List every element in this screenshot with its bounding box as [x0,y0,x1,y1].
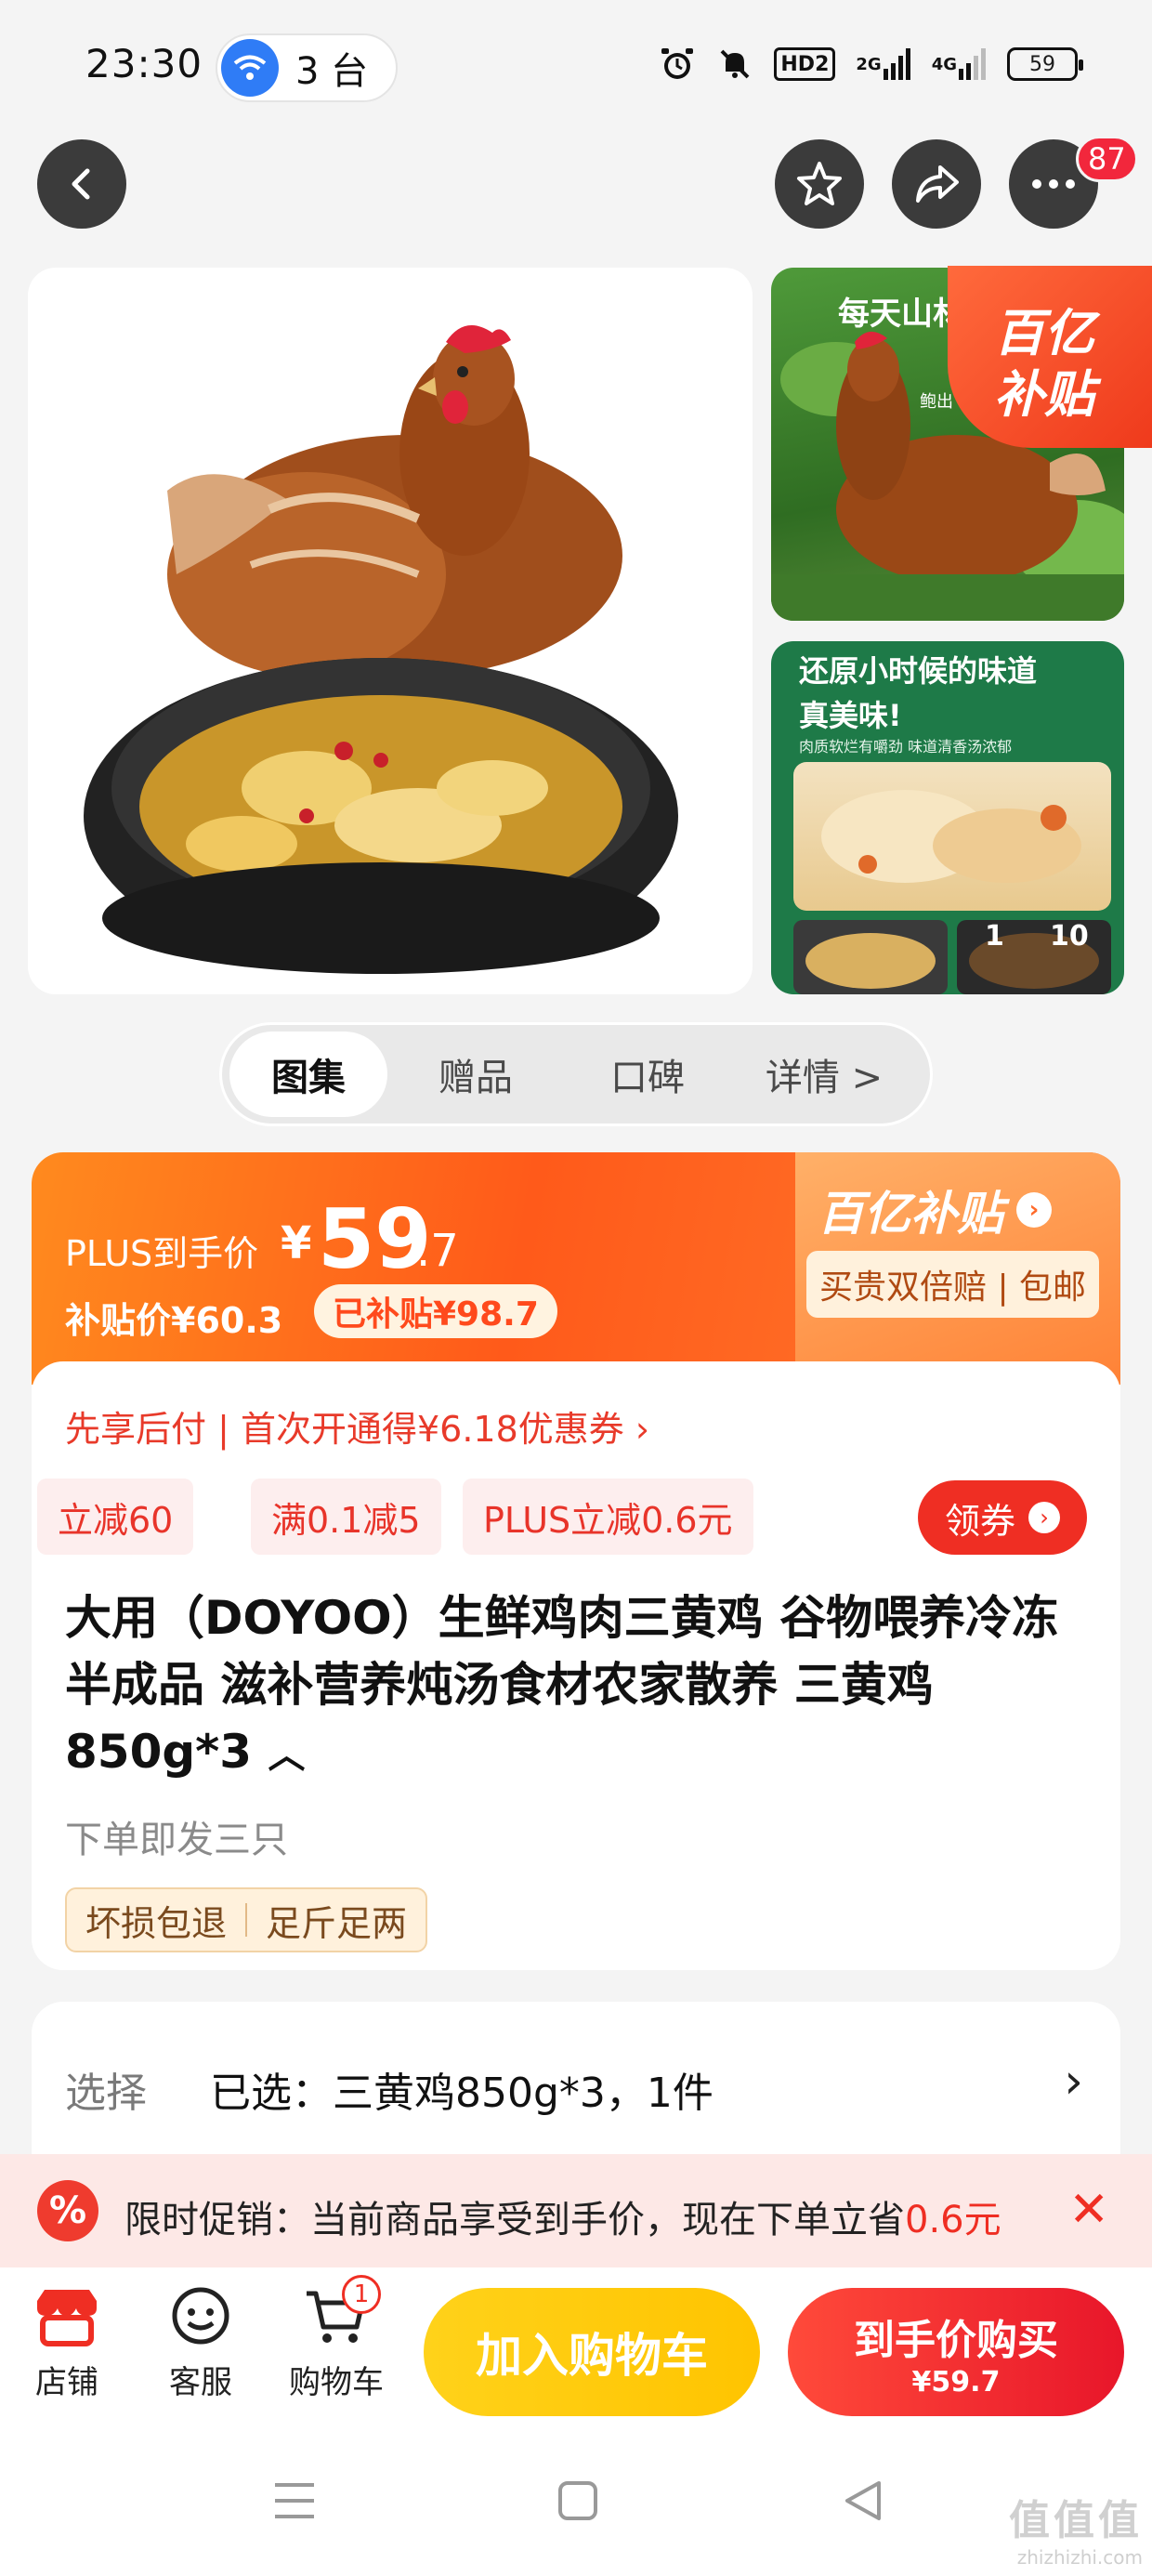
chat-smile-icon [172,2287,229,2345]
more-dots-icon [1032,179,1075,189]
share-button[interactable] [892,139,981,229]
share-icon [916,165,959,203]
product-info: 先享后付 | 首次开通得¥6.18优惠券 › 立减60 满0.1减5 PLUS立… [32,1361,1120,1970]
hotspot-pill[interactable]: 3 台 [216,33,398,102]
gallery-page-total: 10 [1050,920,1089,953]
battery-icon: 59 [1007,47,1083,81]
price-integer: 59 [318,1191,432,1287]
thumbnail-subtitle: 肉质软烂有嚼劲 味道清香汤浓郁 [799,738,1013,756]
clock: 23:30 [85,41,203,86]
close-icon[interactable]: ✕ [1068,2182,1109,2238]
star-icon [797,162,842,205]
content-tabs: 图集 赠品 口碑 详情 > [219,1022,933,1126]
tab-details[interactable]: 详情 > [731,1032,917,1117]
subsidy-price: 补贴价¥60.3 [65,1300,283,1341]
cart-button[interactable]: 1 购物车 [281,2275,392,2402]
status-bar: 23:30 3 台 HD2 2G 4G 59 [0,0,1152,130]
wifi-hotspot-icon [221,39,279,97]
coupon-tag[interactable]: 立减60 [37,1479,194,1555]
guarantee-badge: 买贵双倍赔 | 包邮 [806,1251,1100,1318]
thumbnail-subcaption: 鲍出 [920,392,953,412]
store-icon [37,2290,97,2346]
cart-count-badge: 1 [342,2275,381,2314]
chevron-right-icon: › [1028,1502,1060,1533]
thumbnail-title: 还原小时候的味道 真美味! [799,653,1038,733]
mute-icon [716,43,753,85]
promo-savings: 0.6元 [905,2199,1001,2241]
discount-icon: % [37,2180,98,2241]
chicken-illustration [84,325,678,974]
home-square-icon[interactable] [557,2477,598,2524]
soup-image [793,762,1111,911]
back-triangle-icon[interactable] [842,2477,884,2524]
gallery-page-index: 1 [985,920,1004,953]
chevron-right-icon: › [1016,1192,1052,1228]
subsidized-amount: 已补贴¥98.7 [314,1284,557,1338]
promo-text: 限时促销：当前商品享受到手价，现在下单立省0.6元 [124,2199,1001,2241]
price-currency: ¥ [281,1217,312,1269]
buy-now-button[interactable]: 到手价购买 ¥59.7 [788,2288,1124,2416]
favorite-button[interactable] [775,139,864,229]
main-product-image[interactable] [28,268,753,994]
shop-button[interactable]: 店铺 [11,2286,123,2402]
watermark: 值值值 zhizhizhi.com [1009,2497,1143,2569]
tab-gifts[interactable]: 赠品 [387,1032,564,1117]
hotspot-count: 3 台 [295,50,369,93]
price-decimal: .7 [416,1225,459,1277]
tab-reviews[interactable]: 口碑 [564,1032,731,1117]
add-to-cart-button[interactable]: 加入购物车 [424,2288,760,2416]
get-coupon-button[interactable]: 领券 › [918,1480,1087,1555]
price-card: PLUS到手价 ¥ 59 .7 补贴价¥60.3 已补贴¥98.7 百亿补贴 ›… [32,1152,1120,1970]
signal-2g-icon: 2G [856,43,910,85]
hd-icon: HD2 [774,47,836,81]
notification-badge: 87 [1076,136,1138,182]
tab-gallery[interactable]: 图集 [229,1032,387,1117]
plus-price-label: PLUS到手价 [65,1233,259,1274]
alarm-icon [659,43,696,85]
signal-4g-icon: 4G [932,43,987,85]
gallery-thumbnail-2[interactable]: 还原小时候的味道 真美味! 肉质软烂有嚼劲 味道清香汤浓郁 1 10 [771,641,1124,994]
service-tags: 坏损包退 足斤足两 [65,1887,428,1952]
chevron-up-icon[interactable]: ︿ [268,1734,306,1777]
product-title[interactable]: 大用（DOYOO）生鲜鸡肉三黄鸡 谷物喂养冷冻半成品 滋补营养炖汤食材农家散养 … [65,1584,1096,1789]
chevron-left-icon [72,168,90,200]
shipping-note: 下单即发三只 [65,1819,288,1861]
coupon-tag[interactable]: PLUS立减0.6元 [463,1479,753,1555]
chevron-right-icon: › [1064,2054,1083,2109]
service-tag: 足斤足两 [266,1902,408,1944]
service-tag: 坏损包退 [85,1902,228,1944]
limited-promo-banner: % 限时促销：当前商品享受到手价，现在下单立省0.6元 ✕ [0,2154,1152,2267]
mini-image-1 [793,920,948,994]
selection-label: 选择 [65,2070,147,2117]
selection-value: 已选：三黄鸡850g*3，1件 [210,2070,713,2117]
customer-service-button[interactable]: 客服 [145,2286,256,2402]
billion-subsidy-badge: 百亿 补贴 [948,266,1152,448]
menu-icon[interactable] [273,2477,316,2524]
bottom-action-bar: 店铺 客服 1 购物车 加入购物车 到手价购买 ¥59.7 [0,2267,1152,2435]
coupon-tag[interactable]: 满0.1减5 [251,1479,441,1555]
back-button[interactable] [37,139,126,229]
system-navigation-bar: 值值值 zhizhizhi.com [0,2435,1152,2576]
thumbnail-caption: 每天山林 [838,296,964,333]
billion-subsidy-link[interactable]: 百亿补贴 › [818,1176,1052,1243]
pay-later-link[interactable]: 先享后付 | 首次开通得¥6.18优惠券 › [65,1400,649,1452]
